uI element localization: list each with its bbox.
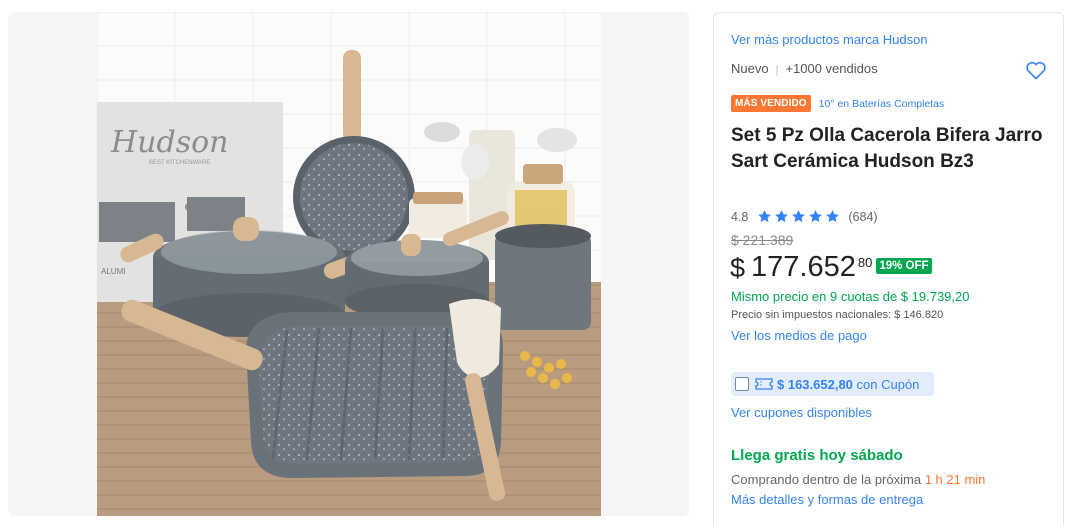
price-cents: 80	[857, 255, 873, 270]
heart-icon	[1026, 61, 1046, 80]
favorite-button[interactable]	[1024, 58, 1048, 82]
product-gallery: Hudson BEST KITCHENWARE ALUMI	[8, 12, 689, 516]
coupon-toggle[interactable]: $ 163.652,80 con Cupón	[731, 372, 934, 396]
ticket-icon	[755, 378, 773, 390]
star-icon	[758, 210, 772, 223]
rating-value: 4.8	[731, 209, 749, 224]
discount-badge: 19% OFF	[876, 258, 932, 274]
condition-text: Nuevo	[731, 61, 769, 76]
rating-count: (684)	[848, 209, 878, 224]
delivery-headline: Llega gratis hoy sábado	[731, 447, 903, 464]
coupon-text: $ 163.652,80 con Cupón	[777, 377, 919, 392]
current-price: $ 177.652 80 19% OFF	[730, 251, 932, 284]
star-icon	[826, 210, 840, 223]
buy-box: Ver más productos marca Hudson Nuevo | +10…	[713, 12, 1064, 525]
delivery-deadline: Comprando dentro de la próxima 1 h 21 mi…	[731, 472, 985, 487]
deadline-prefix: Comprando dentro de la próxima	[731, 472, 922, 487]
price-currency: $	[730, 253, 746, 283]
box-logo: Hudson	[110, 125, 228, 160]
best-seller-badge: MÁS VENDIDO	[731, 95, 811, 112]
product-photo-illustration: Hudson BEST KITCHENWARE ALUMI	[97, 12, 601, 516]
price-amount: 177.652	[751, 251, 856, 283]
separator: |	[775, 64, 779, 76]
price-without-taxes: Precio sin impuestos nacionales: $ 146.8…	[731, 309, 944, 321]
rating-row[interactable]: 4.8 (684)	[731, 209, 878, 224]
original-price: $ 221.389	[731, 232, 794, 248]
product-title: Set 5 Pz Olla Cacerola Bifera Jarro Sart…	[731, 125, 1043, 172]
box-side-text: ALUMI	[101, 267, 125, 276]
box-subtitle: BEST KITCHENWARE	[149, 160, 210, 166]
coupon-label: con Cupón	[856, 376, 920, 392]
star-icon	[775, 210, 789, 223]
category-rank-link[interactable]: 10° en Baterías Completas	[819, 98, 945, 110]
view-coupons-link[interactable]: Ver cupones disponibles	[731, 405, 872, 420]
installments-text: Mismo precio en 9 cuotas de $ 19.739,20	[731, 289, 970, 304]
deadline-time: 1 h 21 min	[924, 472, 986, 487]
sold-count: +1000 vendidos	[785, 61, 878, 76]
delivery-details-link[interactable]: Más detalles y formas de entrega	[731, 492, 923, 507]
payment-methods-link[interactable]: Ver los medios de pago	[731, 328, 867, 343]
coupon-amount: $ 163.652,80	[777, 376, 853, 392]
brand-link[interactable]: Ver más productos marca Hudson	[731, 32, 928, 47]
product-photo[interactable]: Hudson BEST KITCHENWARE ALUMI	[97, 12, 601, 516]
rating-stars	[757, 209, 842, 224]
star-icon	[809, 210, 823, 223]
condition-line: Nuevo | +1000 vendidos	[731, 61, 878, 76]
checkbox-icon[interactable]	[735, 377, 749, 391]
badge-row: MÁS VENDIDO 10° en Baterías Completas	[731, 95, 944, 112]
star-icon	[792, 210, 806, 223]
